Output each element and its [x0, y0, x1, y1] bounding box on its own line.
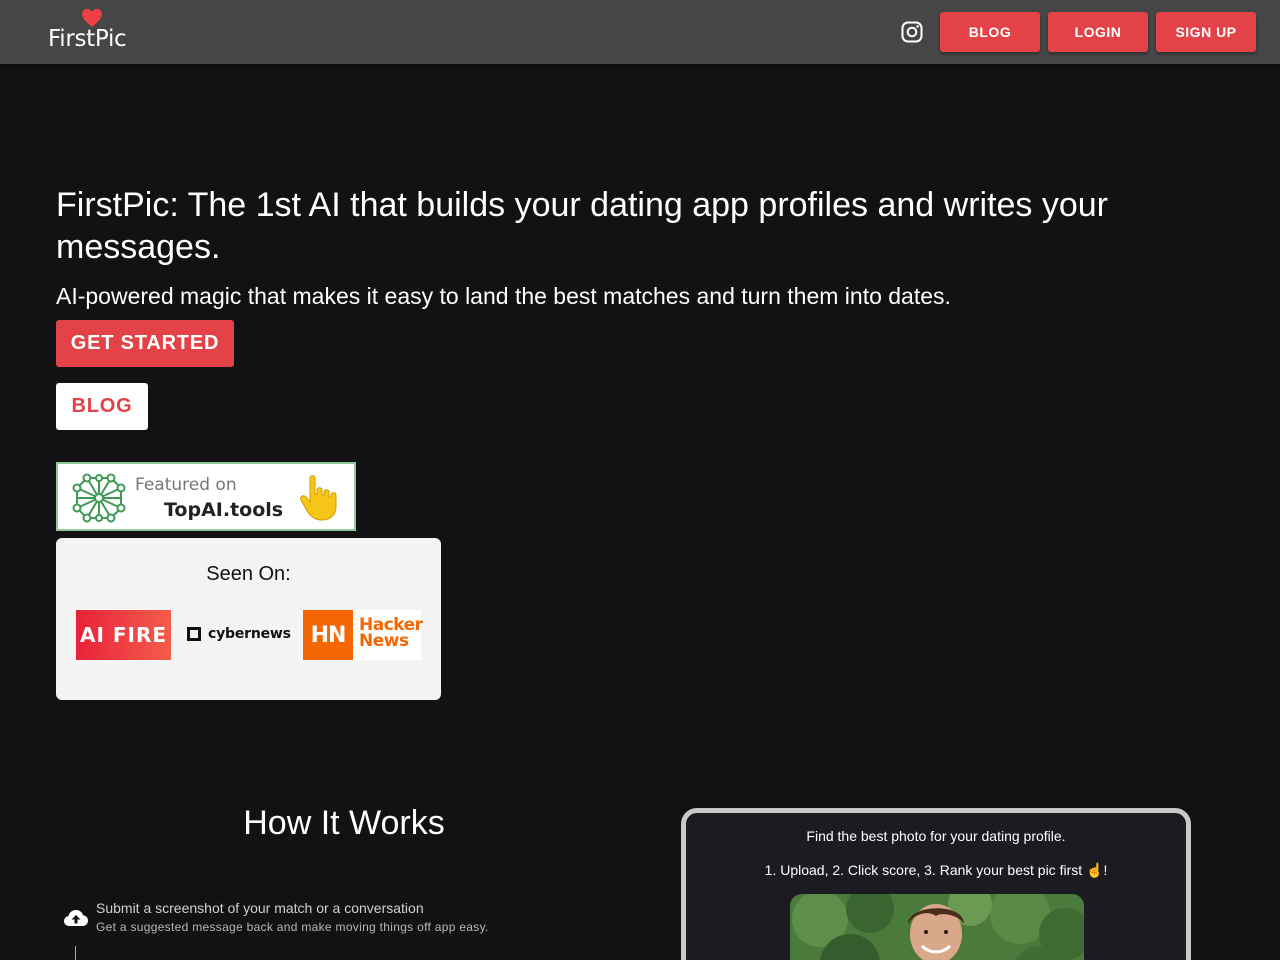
- cybernews-logo[interactable]: cybernews: [187, 622, 291, 646]
- cybernews-mark-icon: [187, 627, 201, 641]
- topai-tools-featured-badge[interactable]: Featured on TopAI.tools: [56, 462, 356, 531]
- seen-on-panel: Seen On: AI FIRE cybernews HN Hacker New…: [56, 538, 441, 700]
- heart-icon: [82, 8, 102, 28]
- logo-text: FirstPic: [48, 26, 127, 52]
- hacker-news-logo[interactable]: HN Hacker News: [303, 610, 423, 660]
- nav-login-button[interactable]: LOGIN: [1048, 12, 1148, 52]
- step-1-title: Submit a screenshot of your match or a c…: [96, 900, 424, 916]
- hero-subtitle: AI-powered magic that makes it easy to l…: [56, 283, 951, 309]
- profile-photo[interactable]: [790, 894, 1084, 960]
- phone-demo-steps: 1. Upload, 2. Click score, 3. Rank your …: [764, 862, 1108, 878]
- instagram-icon[interactable]: [900, 20, 924, 44]
- cybernews-logo-text: cybernews: [208, 626, 291, 642]
- nav-blog-button[interactable]: BLOG: [940, 12, 1040, 52]
- phone-demo-heading: Find the best photo for your dating prof…: [806, 828, 1066, 844]
- featured-site-name: TopAI.tools: [164, 499, 284, 521]
- nav-signup-button[interactable]: SIGN UP: [1156, 12, 1256, 52]
- step-connector-line: [75, 946, 76, 960]
- firstpic-logo[interactable]: FirstPic: [48, 8, 140, 54]
- featured-on-label: Featured on: [135, 475, 237, 495]
- hacker-news-wordmark: Hacker News: [359, 617, 423, 651]
- network-icon: [72, 473, 126, 523]
- profile-photo-image: [790, 894, 1084, 960]
- pointing-hand-icon: [300, 475, 337, 521]
- top-navigation-bar: FirstPic BLOG LOGIN SIGN UP: [0, 0, 1280, 64]
- phone-demo-frame: Find the best photo for your dating prof…: [681, 808, 1191, 960]
- hero-blog-button[interactable]: BLOG: [56, 383, 148, 430]
- seen-on-title: Seen On:: [206, 563, 291, 585]
- cloud-upload-icon: [64, 910, 88, 926]
- step-1-description: Get a suggested message back and make mo…: [96, 920, 489, 934]
- hn-mark: HN: [303, 610, 353, 660]
- ai-fire-logo[interactable]: AI FIRE: [76, 610, 171, 660]
- hn-line-2: News: [359, 631, 409, 651]
- get-started-button[interactable]: GET STARTED: [56, 320, 234, 367]
- hero-title: FirstPic: The 1st AI that builds your da…: [56, 186, 1109, 266]
- how-it-works-title: How It Works: [243, 804, 445, 842]
